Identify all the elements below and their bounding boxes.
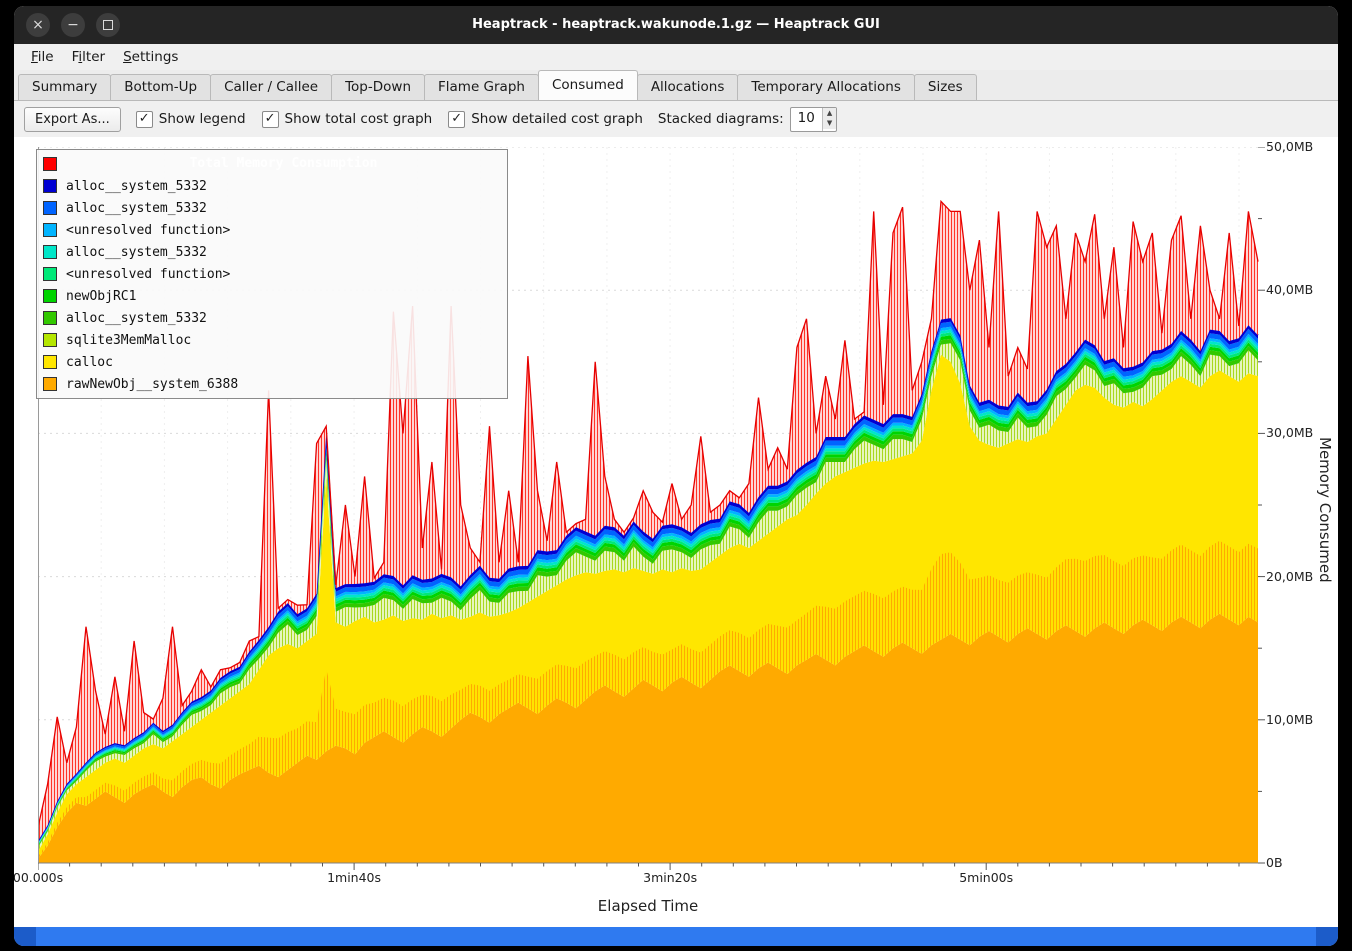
stacked-diagrams-label: Stacked diagrams: — [658, 111, 784, 127]
y-tick-label: 50,0MB — [1266, 139, 1313, 154]
checkbox-label: Show total cost graph — [285, 111, 433, 127]
legend-label: Total Memory Consumption — [66, 145, 501, 183]
x-tick-label: 3min20s — [643, 870, 697, 885]
tab-top-down[interactable]: Top-Down — [331, 74, 425, 100]
export-as-button[interactable]: Export As... — [24, 107, 121, 132]
legend-label: alloc__system_5332 — [66, 179, 207, 194]
show-legend-checkbox[interactable]: ✓ Show legend — [136, 111, 246, 128]
checkbox-label: Show legend — [159, 111, 246, 127]
alloc-system-5332-swatch — [43, 245, 57, 259]
legend-label: <unresolved function> — [66, 267, 230, 282]
show-total-cost-graph-checkbox[interactable]: ✓ Show total cost graph — [262, 111, 433, 128]
alloc-system-5332-swatch — [43, 179, 57, 193]
legend-row-unresolved-function: <unresolved function> — [37, 219, 507, 241]
y-tick-label: 40,0MB — [1266, 282, 1313, 297]
spinner-buttons: ▲▼ — [822, 108, 836, 131]
time-range-scrollbar[interactable] — [14, 927, 1338, 946]
show-detailed-cost-graph-checkbox[interactable]: ✓ Show detailed cost graph — [448, 111, 643, 128]
menu-filter[interactable]: Filter — [63, 46, 114, 68]
spin-up-icon[interactable]: ▲ — [823, 108, 836, 119]
x-tick-label: 5min00s — [959, 870, 1013, 885]
x-tick-label: 1min40s — [327, 870, 381, 885]
legend-label: rawNewObj__system_6388 — [66, 377, 238, 392]
tab-allocations[interactable]: Allocations — [637, 74, 739, 100]
range-handle-left[interactable] — [14, 927, 36, 946]
legend-label: alloc__system_5332 — [66, 311, 207, 326]
legend-row-alloc-system-5332: alloc__system_5332 — [37, 197, 507, 219]
legend-row-alloc-system-5332: alloc__system_5332 — [37, 241, 507, 263]
y-tick-label: 20,0MB — [1266, 569, 1313, 584]
unresolved-function-swatch — [43, 267, 57, 281]
spin-down-icon[interactable]: ▼ — [823, 118, 836, 129]
x-tick-label: 00.000s — [14, 870, 63, 885]
window-controls: × − — [26, 13, 120, 37]
close-button[interactable]: × — [26, 13, 50, 37]
stacked-diagrams-value: 10 — [791, 108, 822, 131]
menu-settings[interactable]: Settings — [114, 46, 187, 68]
tab-caller-callee[interactable]: Caller / Callee — [210, 74, 332, 100]
tab-flame-graph[interactable]: Flame Graph — [424, 74, 539, 100]
window-title: Heaptrack - heaptrack.wakunode.1.gz — He… — [14, 6, 1338, 44]
minimize-button[interactable]: − — [61, 13, 85, 37]
chart-legend: Total Memory Consumption alloc__system_53… — [36, 149, 508, 399]
checkbox-box: ✓ — [448, 111, 465, 128]
calloc-swatch — [43, 355, 57, 369]
y-tick-label: 30,0MB — [1266, 425, 1313, 440]
legend-row-alloc-system-5332: alloc__system_5332 — [37, 307, 507, 329]
stacked-diagrams-spinner[interactable]: 10 ▲▼ — [790, 107, 838, 132]
unresolved-function-swatch — [43, 223, 57, 237]
app-window: × − Heaptrack - heaptrack.wakunode.1.gz … — [14, 6, 1338, 946]
tab-bottom-up[interactable]: Bottom-Up — [110, 74, 211, 100]
y-axis-title: Memory Consumed — [1316, 437, 1334, 583]
legend-row-calloc: calloc — [37, 351, 507, 373]
stacked-diagrams-control: Stacked diagrams: 10 ▲▼ — [658, 107, 837, 132]
total-memory-consumption-swatch — [43, 157, 57, 171]
chart-region: Total Memory Consumptionalloc__system_53… — [14, 137, 1338, 927]
legend-row-sqlite3memmalloc: sqlite3MemMalloc — [37, 329, 507, 351]
range-handle-right[interactable] — [1316, 927, 1338, 946]
alloc-system-5332-swatch — [43, 201, 57, 215]
legend-label: alloc__system_5332 — [66, 245, 207, 260]
legend-row-unresolved-function: <unresolved function> — [37, 263, 507, 285]
tab-sizes[interactable]: Sizes — [914, 74, 977, 100]
y-tick-label: 10,0MB — [1266, 712, 1313, 727]
menu-bar: FileFilterSettings — [14, 44, 1338, 70]
checkbox-label: Show detailed cost graph — [471, 111, 643, 127]
tab-bar: SummaryBottom-UpCaller / CalleeTop-DownF… — [14, 70, 1338, 101]
minimize-icon: − — [67, 18, 79, 32]
legend-label: alloc__system_5332 — [66, 201, 207, 216]
toolbar: Export As... ✓ Show legend ✓ Show total cos… — [14, 101, 1338, 137]
rawnewobj-system-6388-swatch — [43, 377, 57, 391]
titlebar: × − Heaptrack - heaptrack.wakunode.1.gz … — [14, 6, 1338, 44]
legend-label: sqlite3MemMalloc — [66, 333, 191, 348]
newobjrc1-swatch — [43, 289, 57, 303]
legend-label: calloc — [66, 355, 113, 370]
menu-file[interactable]: File — [22, 46, 63, 68]
legend-row-newobjrc1: newObjRC1 — [37, 285, 507, 307]
legend-label: newObjRC1 — [66, 289, 136, 304]
alloc-system-5332-swatch — [43, 311, 57, 325]
toolbar-checkboxes: ✓ Show legend ✓ Show total cost graph ✓ Show … — [136, 111, 643, 128]
legend-row-rawnewobj-system-6388: rawNewObj__system_6388 — [37, 373, 507, 395]
x-axis-title: Elapsed Time — [598, 897, 698, 915]
y-tick-label: 0B — [1266, 855, 1283, 870]
checkbox-box: ✓ — [262, 111, 279, 128]
tab-consumed[interactable]: Consumed — [538, 70, 638, 100]
close-icon: × — [32, 18, 44, 32]
legend-label: <unresolved function> — [66, 223, 230, 238]
legend-row-total-memory-consumption: Total Memory Consumption — [37, 153, 507, 175]
maximize-icon — [103, 20, 113, 30]
maximize-button[interactable] — [96, 13, 120, 37]
tab-summary[interactable]: Summary — [18, 74, 111, 100]
tab-temporary-allocations[interactable]: Temporary Allocations — [737, 74, 914, 100]
checkbox-box: ✓ — [136, 111, 153, 128]
sqlite3memmalloc-swatch — [43, 333, 57, 347]
